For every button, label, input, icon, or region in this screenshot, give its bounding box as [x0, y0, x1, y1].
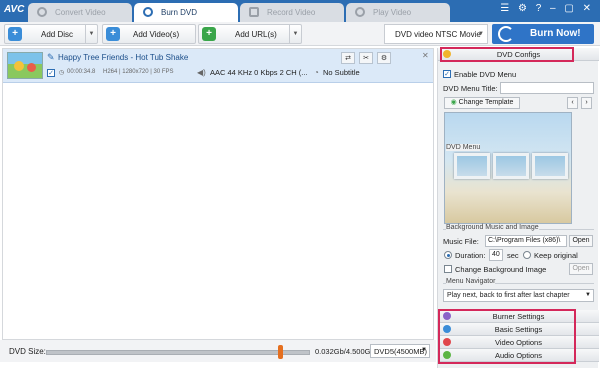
add-disc-button[interactable]: + Add Disc ▼: [4, 24, 98, 44]
add-urls-button[interactable]: + Add URL(s) ▼: [198, 24, 302, 44]
add-disc-icon: +: [8, 27, 22, 41]
dvd-size-track: [46, 350, 310, 355]
highlight-box: [438, 309, 576, 364]
thumbnail-figure: [14, 61, 24, 71]
dvd-size-value: 0.032Gb/4.500Gb: [315, 347, 375, 356]
chevron-right-icon[interactable]: ›: [581, 97, 592, 109]
tab-label: Record Video: [267, 8, 316, 17]
burn-now-button[interactable]: Burn Now!: [492, 24, 594, 44]
title-bar: AVC Convert Video Burn DVD Record Video …: [0, 0, 600, 22]
clock-icon: ◷: [59, 70, 65, 76]
thumbnail-figure: [27, 63, 36, 72]
navigator-value: Play next, back to first after last chap…: [447, 292, 570, 299]
settings-panel: DVD Configs ✓ Enable DVD Menu DVD Menu T…: [437, 47, 599, 368]
app-logo: AVC: [4, 4, 25, 15]
enable-menu-label: Enable DVD Menu: [454, 70, 517, 79]
output-profile-select[interactable]: DVD video NTSC Movie ▼: [384, 24, 488, 44]
profile-value: DVD video NTSC Movie: [395, 30, 481, 39]
file-codec: H264 | 1280x720 | 30 FPS: [103, 69, 174, 75]
menu-preview: [444, 112, 572, 224]
play-icon: [355, 7, 365, 17]
dvd-size-marker[interactable]: [278, 345, 283, 359]
change-template-label: Change Template: [458, 99, 514, 106]
highlight-box: [440, 47, 574, 62]
template-icon: ◉: [450, 99, 457, 106]
close-icon[interactable]: ✕: [422, 51, 429, 60]
music-section-label: Background Music and Image: [446, 224, 539, 231]
tab-play-video[interactable]: Play Video: [346, 3, 450, 22]
duration-input[interactable]: 40: [489, 249, 503, 261]
file-list: ✎ Happy Tree Friends - Hot Tub Shake ✓ ◷…: [2, 48, 434, 340]
disc-icon: [143, 7, 153, 17]
add-videos-button[interactable]: + Add Video(s): [102, 24, 196, 44]
convert-icon: [37, 7, 47, 17]
scissors-icon[interactable]: ✂: [359, 52, 373, 64]
music-file-input[interactable]: C:\Program Files (x86)\: [485, 235, 567, 247]
add-url-icon: +: [202, 27, 216, 41]
menu-title-label: DVD Menu Title:: [443, 84, 498, 93]
open-music-button[interactable]: Open: [569, 235, 593, 247]
music-file-label: Music File:: [443, 237, 479, 246]
sec-label: sec: [507, 251, 519, 260]
enable-menu-checkbox[interactable]: ✓: [443, 70, 451, 78]
pencil-icon[interactable]: ✎: [47, 52, 55, 63]
menu-navigator-select[interactable]: Play next, back to first after last chap…: [443, 289, 594, 302]
tab-convert-video[interactable]: Convert Video: [28, 3, 132, 22]
disc-type-value: DVD5(4500MB): [374, 347, 427, 356]
tab-record-video[interactable]: Record Video: [240, 3, 344, 22]
duration-radio[interactable]: [444, 251, 452, 259]
list-item[interactable]: ✎ Happy Tree Friends - Hot Tub Shake ✓ ◷…: [3, 49, 433, 83]
chevron-down-icon[interactable]: ▼: [85, 25, 97, 43]
add-videos-label: Add Video(s): [133, 30, 180, 39]
record-icon: [249, 7, 259, 17]
burn-label: Burn Now!: [530, 28, 581, 39]
refresh-icon: [498, 26, 514, 42]
subtitle-icon: ◔: [314, 68, 319, 77]
audio-track-select[interactable]: AAC 44 KHz 0 Kbps 2 CH (...: [210, 68, 308, 77]
chapter-thumbnail: [493, 153, 529, 179]
duration-label: Duration:: [455, 251, 486, 260]
chevron-down-icon[interactable]: ▼: [289, 25, 301, 43]
toolbar: + Add Disc ▼ + Add Video(s) + Add URL(s)…: [0, 22, 600, 46]
file-checkbox[interactable]: ✓: [47, 69, 55, 77]
change-template-button[interactable]: ◉ Change Template: [444, 97, 520, 109]
tab-label: Burn DVD: [161, 8, 198, 17]
change-bg-label: Change Background Image: [455, 265, 547, 274]
dvd-menu-section-label: DVD Menu: [446, 144, 481, 151]
dvd-size-label: DVD Size:: [9, 347, 46, 356]
change-bg-checkbox[interactable]: [444, 265, 452, 273]
speaker-icon: ◀): [197, 68, 206, 77]
tab-label: Play Video: [373, 8, 412, 17]
video-thumbnail: [7, 52, 43, 79]
chevron-down-icon: ▼: [585, 292, 591, 298]
keep-original-label: Keep original: [534, 251, 578, 260]
chevron-down-icon: ▼: [421, 347, 427, 353]
window-controls[interactable]: ☰ ⚙ ? – ▢ ✕: [500, 3, 594, 14]
chevron-left-icon[interactable]: ‹: [567, 97, 578, 109]
file-title: Happy Tree Friends - Hot Tub Shake: [58, 53, 189, 62]
add-video-icon: +: [106, 27, 120, 41]
refresh-icon[interactable]: ⇄: [341, 52, 355, 64]
dvd-size-bar: DVD Size: 0.032Gb/4.500Gb DVD5(4500MB) ▼: [0, 340, 436, 362]
open-bg-button[interactable]: Open: [569, 263, 593, 275]
menu-title-input[interactable]: [500, 82, 594, 94]
chevron-down-icon: ▼: [478, 31, 484, 37]
add-urls-label: Add URL(s): [235, 30, 277, 39]
keep-original-radio[interactable]: [523, 251, 531, 259]
disc-type-select[interactable]: DVD5(4500MB) ▼: [370, 344, 430, 358]
tab-burn-dvd[interactable]: Burn DVD: [134, 3, 238, 22]
navigator-section-label: Menu Navigator: [446, 278, 496, 285]
file-duration: 00:00:34.8: [67, 69, 96, 75]
subtitle-select[interactable]: No Subtitle: [323, 68, 360, 77]
add-disc-label: Add Disc: [41, 30, 74, 39]
gear-icon[interactable]: ⚙: [377, 52, 391, 64]
tab-label: Convert Video: [55, 8, 106, 17]
chapter-thumbnail: [532, 153, 568, 179]
chapter-thumbnail: [454, 153, 490, 179]
